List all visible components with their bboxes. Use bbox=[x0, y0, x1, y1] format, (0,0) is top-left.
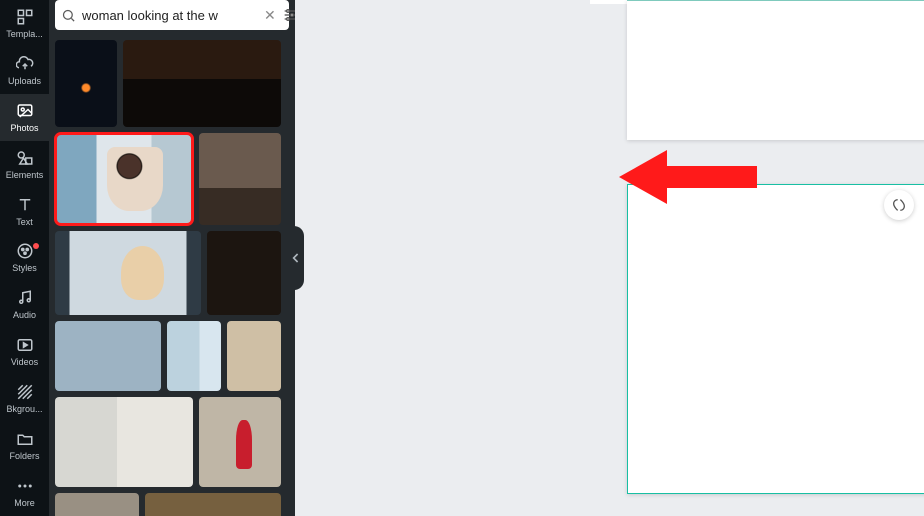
notification-dot bbox=[33, 243, 39, 249]
rail-label: Elements bbox=[0, 170, 49, 180]
canvas-page-current[interactable] bbox=[627, 184, 924, 494]
photo-thumb-selected[interactable] bbox=[55, 133, 193, 225]
collapse-sidebar-button[interactable] bbox=[288, 226, 304, 290]
photo-thumb[interactable] bbox=[207, 231, 281, 315]
more-icon bbox=[16, 477, 34, 495]
audio-icon bbox=[16, 289, 34, 307]
photo-thumb[interactable] bbox=[167, 321, 221, 391]
photo-thumb[interactable] bbox=[55, 40, 117, 127]
elements-icon bbox=[16, 149, 34, 167]
search-input[interactable] bbox=[82, 8, 258, 23]
rail-item-uploads[interactable]: Uploads bbox=[0, 47, 49, 94]
rail-item-audio[interactable]: Audio bbox=[0, 281, 49, 328]
videos-icon bbox=[16, 336, 34, 354]
photo-thumb[interactable] bbox=[123, 40, 281, 127]
uploads-icon bbox=[16, 55, 34, 73]
sidebar-panel: ✕ bbox=[49, 0, 295, 516]
rail-label: More bbox=[0, 498, 49, 508]
rail-item-text[interactable]: Text bbox=[0, 188, 49, 235]
canvas-stage[interactable] bbox=[295, 0, 924, 516]
text-icon bbox=[16, 196, 34, 214]
photo-thumb[interactable] bbox=[199, 397, 281, 487]
rail-label: Folders bbox=[0, 451, 49, 461]
app-root: Templa... Uploads Photos Elements Text bbox=[0, 0, 924, 516]
photo-thumb[interactable] bbox=[55, 493, 139, 516]
searchbar: ✕ bbox=[55, 0, 289, 30]
rail-item-more[interactable]: More bbox=[0, 469, 49, 516]
rail-item-photos[interactable]: Photos bbox=[0, 94, 49, 141]
styles-icon bbox=[16, 242, 34, 260]
rail-label: Photos bbox=[0, 123, 49, 133]
search-wrap: ✕ bbox=[49, 0, 295, 36]
left-rail: Templa... Uploads Photos Elements Text bbox=[0, 0, 49, 516]
rail-item-styles[interactable]: Styles bbox=[0, 235, 49, 282]
rail-item-elements[interactable]: Elements bbox=[0, 141, 49, 188]
rail-label: Text bbox=[0, 217, 49, 227]
rail-label: Templa... bbox=[0, 29, 49, 39]
rail-item-templates[interactable]: Templa... bbox=[0, 0, 49, 47]
templates-icon bbox=[16, 8, 34, 26]
rail-label: Videos bbox=[0, 357, 49, 367]
photo-thumb[interactable] bbox=[55, 397, 193, 487]
photo-thumb[interactable] bbox=[199, 133, 281, 225]
rail-item-background[interactable]: Bkgrou... bbox=[0, 375, 49, 422]
folders-icon bbox=[16, 430, 34, 448]
photo-thumb[interactable] bbox=[227, 321, 281, 391]
rail-label: Uploads bbox=[0, 76, 49, 86]
rail-label: Audio bbox=[0, 310, 49, 320]
rail-item-videos[interactable]: Videos bbox=[0, 328, 49, 375]
assistant-button[interactable] bbox=[884, 190, 914, 220]
photo-results[interactable] bbox=[49, 36, 295, 516]
photo-thumb[interactable] bbox=[55, 321, 161, 391]
photo-thumb[interactable] bbox=[55, 231, 201, 315]
search-icon bbox=[61, 8, 76, 23]
canvas-page-previous[interactable] bbox=[627, 0, 924, 140]
photos-icon bbox=[16, 102, 34, 120]
rail-item-folders[interactable]: Folders bbox=[0, 422, 49, 469]
photo-thumb[interactable] bbox=[145, 493, 281, 516]
clear-search-button[interactable]: ✕ bbox=[264, 8, 276, 22]
background-icon bbox=[16, 383, 34, 401]
rail-label: Styles bbox=[0, 263, 49, 273]
rail-label: Bkgrou... bbox=[0, 404, 49, 414]
